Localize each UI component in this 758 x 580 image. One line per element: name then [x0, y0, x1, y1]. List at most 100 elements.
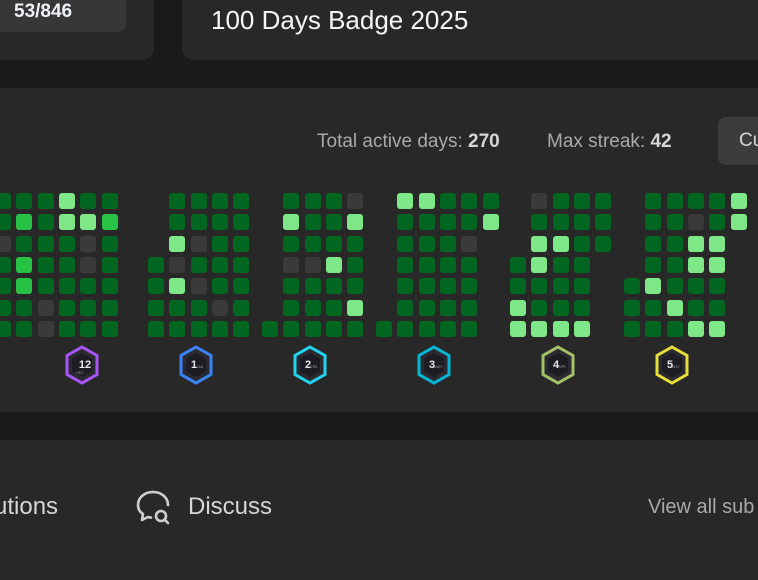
day-cell[interactable] [645, 320, 662, 337]
day-cell[interactable] [573, 278, 590, 295]
day-cell[interactable] [37, 214, 54, 231]
day-cell[interactable] [439, 214, 456, 231]
day-cell[interactable] [169, 320, 186, 337]
day-cell[interactable] [510, 256, 526, 273]
day-cell[interactable] [645, 278, 662, 295]
day-cell[interactable] [169, 299, 186, 316]
day-cell[interactable] [58, 235, 75, 252]
month-badge-icon[interactable]: 3 MAR [416, 345, 452, 385]
day-cell[interactable] [552, 193, 569, 209]
day-cell[interactable] [325, 278, 342, 295]
day-cell[interactable] [325, 320, 342, 337]
day-cell[interactable] [482, 214, 499, 231]
day-cell[interactable] [304, 320, 321, 337]
day-cell[interactable] [645, 214, 662, 231]
day-cell[interactable] [573, 320, 590, 337]
day-cell[interactable] [16, 278, 33, 295]
day-cell[interactable] [510, 320, 526, 337]
day-cell[interactable] [37, 235, 54, 252]
day-cell[interactable] [687, 214, 704, 231]
day-cell[interactable] [439, 299, 456, 316]
day-cell[interactable] [0, 235, 11, 252]
day-cell[interactable] [531, 235, 548, 252]
discuss-icon[interactable] [134, 488, 172, 526]
day-cell[interactable] [211, 278, 228, 295]
day-cell[interactable] [461, 235, 478, 252]
day-cell[interactable] [730, 193, 747, 209]
day-cell[interactable] [573, 214, 590, 231]
day-cell[interactable] [397, 193, 414, 209]
day-cell[interactable] [439, 278, 456, 295]
day-cell[interactable] [80, 214, 97, 231]
day-cell[interactable] [510, 299, 526, 316]
day-cell[interactable] [687, 256, 704, 273]
day-cell[interactable] [573, 193, 590, 209]
day-cell[interactable] [148, 299, 164, 316]
day-cell[interactable] [283, 278, 300, 295]
day-cell[interactable] [531, 256, 548, 273]
day-cell[interactable] [687, 299, 704, 316]
day-cell[interactable] [58, 214, 75, 231]
day-cell[interactable] [531, 299, 548, 316]
day-cell[interactable] [461, 320, 478, 337]
day-cell[interactable] [552, 235, 569, 252]
day-cell[interactable] [211, 320, 228, 337]
day-cell[interactable] [101, 320, 118, 337]
month-badge-icon[interactable]: 1 JAN [178, 345, 214, 385]
day-cell[interactable] [37, 193, 54, 209]
day-cell[interactable] [666, 214, 683, 231]
day-cell[interactable] [16, 299, 33, 316]
day-cell[interactable] [687, 278, 704, 295]
day-cell[interactable] [397, 278, 414, 295]
day-cell[interactable] [37, 256, 54, 273]
day-cell[interactable] [211, 299, 228, 316]
day-cell[interactable] [101, 299, 118, 316]
day-cell[interactable] [666, 320, 683, 337]
day-cell[interactable] [233, 278, 250, 295]
day-cell[interactable] [709, 256, 726, 273]
tab-solutions[interactable]: utions [0, 492, 58, 522]
day-cell[interactable] [645, 193, 662, 209]
day-cell[interactable] [595, 235, 612, 252]
day-cell[interactable] [645, 299, 662, 316]
day-cell[interactable] [531, 193, 548, 209]
day-cell[interactable] [439, 235, 456, 252]
day-cell[interactable] [482, 193, 499, 209]
day-cell[interactable] [190, 320, 207, 337]
day-cell[interactable] [624, 320, 640, 337]
day-cell[interactable] [418, 299, 435, 316]
day-cell[interactable] [709, 235, 726, 252]
day-cell[interactable] [58, 278, 75, 295]
day-cell[interactable] [397, 299, 414, 316]
day-cell[interactable] [304, 235, 321, 252]
day-cell[interactable] [211, 235, 228, 252]
month-badge-icon[interactable]: 5 MAY [654, 345, 690, 385]
day-cell[interactable] [233, 299, 250, 316]
day-cell[interactable] [552, 278, 569, 295]
day-cell[interactable] [283, 214, 300, 231]
day-cell[interactable] [0, 320, 11, 337]
day-cell[interactable] [666, 235, 683, 252]
day-cell[interactable] [595, 193, 612, 209]
day-cell[interactable] [461, 193, 478, 209]
day-cell[interactable] [190, 214, 207, 231]
day-cell[interactable] [347, 235, 364, 252]
day-cell[interactable] [101, 193, 118, 209]
day-cell[interactable] [101, 278, 118, 295]
day-cell[interactable] [709, 320, 726, 337]
day-cell[interactable] [169, 214, 186, 231]
day-cell[interactable] [283, 193, 300, 209]
day-cell[interactable] [552, 214, 569, 231]
day-cell[interactable] [418, 256, 435, 273]
day-cell[interactable] [148, 256, 164, 273]
day-cell[interactable] [461, 278, 478, 295]
day-cell[interactable] [595, 214, 612, 231]
day-cell[interactable] [283, 299, 300, 316]
day-cell[interactable] [439, 193, 456, 209]
month-badge-icon[interactable]: 2 FEB [292, 345, 328, 385]
day-cell[interactable] [709, 278, 726, 295]
day-cell[interactable] [262, 320, 278, 337]
day-cell[interactable] [397, 214, 414, 231]
day-cell[interactable] [418, 235, 435, 252]
day-cell[interactable] [190, 193, 207, 209]
